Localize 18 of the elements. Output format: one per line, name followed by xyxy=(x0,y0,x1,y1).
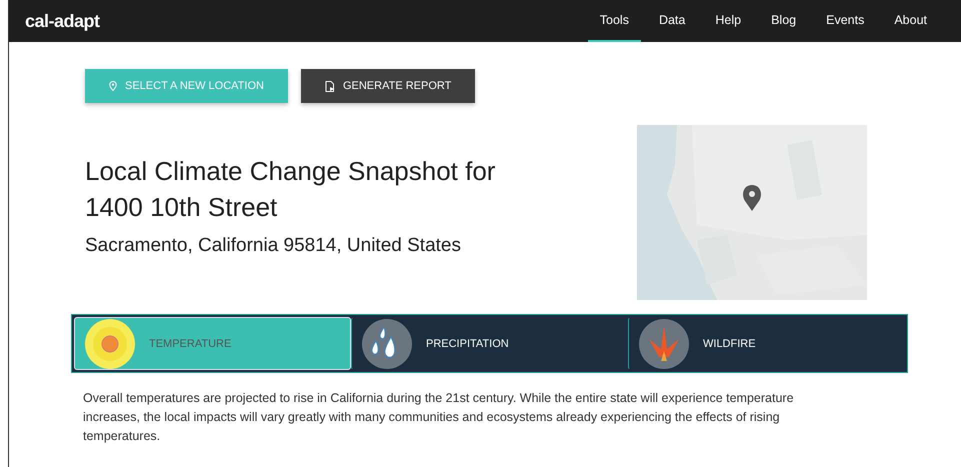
description-paragraph: Overall temperatures are projected to rise in California during the 21st century. While the entire state will experience temperature increases, the local impacts will vary greatly with many communities and ecosystems already experiencing the effects of rising temperatures. xyxy=(83,390,795,445)
address-subtitle: Sacramento, California 95814, United States xyxy=(85,235,462,257)
nav-link[interactable]: Events xyxy=(814,0,876,42)
generate-report-button[interactable]: GENERATE REPORT xyxy=(300,69,476,103)
nav-link[interactable]: Tools xyxy=(588,0,641,42)
page-title: Local Climate Change Snapshot for 1400 10th Street xyxy=(85,155,496,224)
sun-icon xyxy=(85,318,135,368)
nav-link[interactable]: Blog xyxy=(759,0,808,42)
flame-icon xyxy=(639,318,689,368)
nav-link[interactable]: Data xyxy=(646,0,698,42)
nav-link[interactable]: Help xyxy=(703,0,754,42)
topic-tab[interactable]: PRECIPITATION xyxy=(351,317,628,370)
water-drops-icon xyxy=(362,318,412,368)
location-pin-icon xyxy=(109,81,117,91)
nav-link[interactable]: About xyxy=(882,0,939,42)
site-logo[interactable]: cal-adapt xyxy=(25,10,100,32)
topic-tab[interactable]: WILDFIRE xyxy=(628,317,905,370)
document-icon xyxy=(324,80,335,92)
